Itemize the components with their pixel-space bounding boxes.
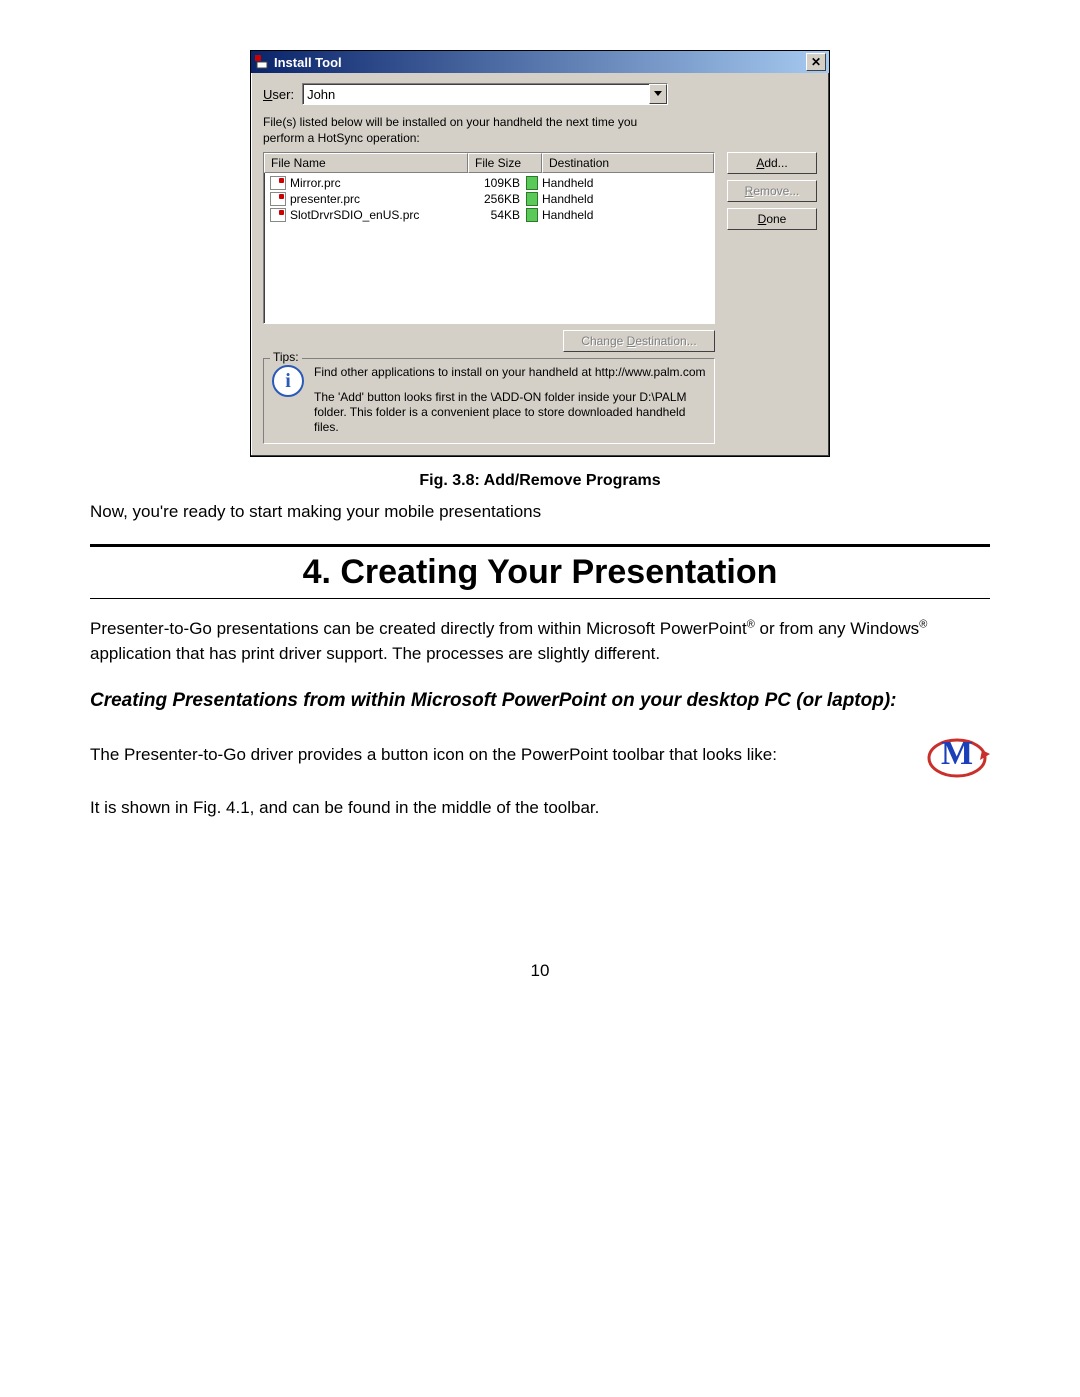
prc-file-icon: [270, 208, 286, 222]
col-filename[interactable]: File Name: [264, 153, 468, 173]
page-number: 10: [90, 961, 990, 981]
col-destination[interactable]: Destination: [542, 153, 714, 173]
subheading: Creating Presentations from within Micro…: [90, 688, 990, 714]
user-dropdown[interactable]: John: [302, 83, 668, 105]
col-filesize[interactable]: File Size: [468, 153, 542, 173]
handheld-icon: [526, 176, 538, 190]
file-row[interactable]: SlotDrvrSDIO_enUS.prc 54KB Handheld: [264, 207, 714, 223]
tips-p1: Find other applications to install on yo…: [314, 365, 706, 380]
tips-label: Tips:: [270, 350, 302, 364]
done-button[interactable]: Done: [727, 208, 817, 230]
paragraph-2: The Presenter-to-Go driver provides a bu…: [90, 743, 912, 768]
dropdown-arrow-icon[interactable]: [649, 84, 667, 104]
section-title: 4. Creating Your Presentation: [90, 553, 990, 592]
paragraph-3: It is shown in Fig. 4.1, and can be foun…: [90, 796, 990, 821]
change-destination-button[interactable]: Change Destination...: [563, 330, 715, 352]
m-logo-icon: M: [924, 728, 990, 782]
paragraph-2-row: The Presenter-to-Go driver provides a bu…: [90, 728, 990, 782]
user-value: John: [307, 87, 335, 102]
info-icon: i: [272, 365, 304, 397]
window-title: Install Tool: [274, 55, 806, 70]
prc-file-icon: [270, 192, 286, 206]
instruction-text: File(s) listed below will be installed o…: [263, 115, 663, 146]
paragraph-1: Presenter-to-Go presentations can be cre…: [90, 617, 990, 666]
figure-caption: Fig. 3.8: Add/Remove Programs: [90, 472, 990, 490]
remove-button[interactable]: Remove...: [727, 180, 817, 202]
section-divider-bottom: [90, 598, 990, 599]
add-button[interactable]: Add...: [727, 152, 817, 174]
body-text: Now, you're ready to start making your m…: [90, 500, 990, 524]
close-button[interactable]: ✕: [806, 53, 826, 71]
file-row[interactable]: presenter.prc 256KB Handheld: [264, 191, 714, 207]
handheld-icon: [526, 192, 538, 206]
handheld-icon: [526, 208, 538, 222]
prc-file-icon: [270, 176, 286, 190]
user-label: User:: [263, 87, 294, 102]
file-row[interactable]: Mirror.prc 109KB Handheld: [264, 175, 714, 191]
install-tool-window: Install Tool ✕ User: John File(s) listed…: [250, 50, 830, 457]
svg-text:M: M: [941, 735, 973, 772]
app-icon: [254, 54, 270, 70]
tips-p2: The 'Add' button looks first in the \ADD…: [314, 390, 706, 435]
section-divider-top: [90, 544, 990, 547]
file-list[interactable]: File Name File Size Destination Mirror.p…: [263, 152, 715, 324]
file-list-header: File Name File Size Destination: [264, 153, 714, 173]
tips-box: Tips: i Find other applications to insta…: [263, 358, 715, 444]
titlebar: Install Tool ✕: [251, 51, 829, 73]
